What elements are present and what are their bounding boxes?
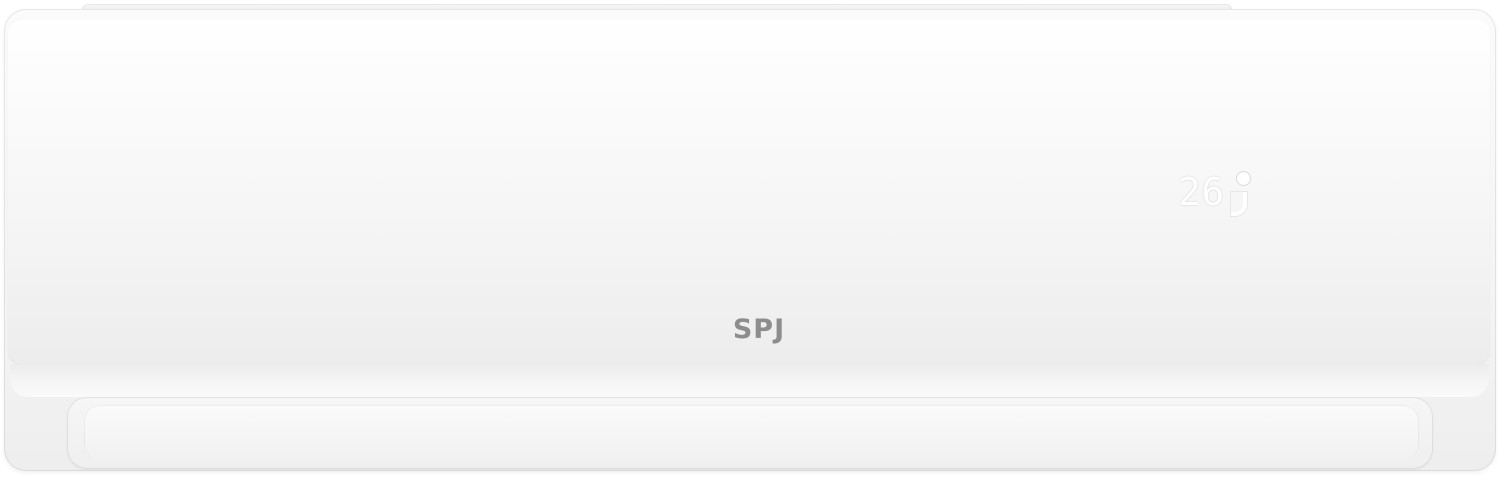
temperature-unit-arc xyxy=(1231,192,1247,216)
brand-logo: SPJ xyxy=(732,314,786,345)
panel-lower-band xyxy=(10,364,1489,398)
air-louver xyxy=(84,405,1419,461)
air-conditioner-product-photo: 26 SPJ xyxy=(0,0,1500,478)
temperature-value: 26 xyxy=(1178,170,1225,214)
temperature-display: 26 xyxy=(1178,170,1250,216)
temperature-unit-dot xyxy=(1237,172,1250,185)
